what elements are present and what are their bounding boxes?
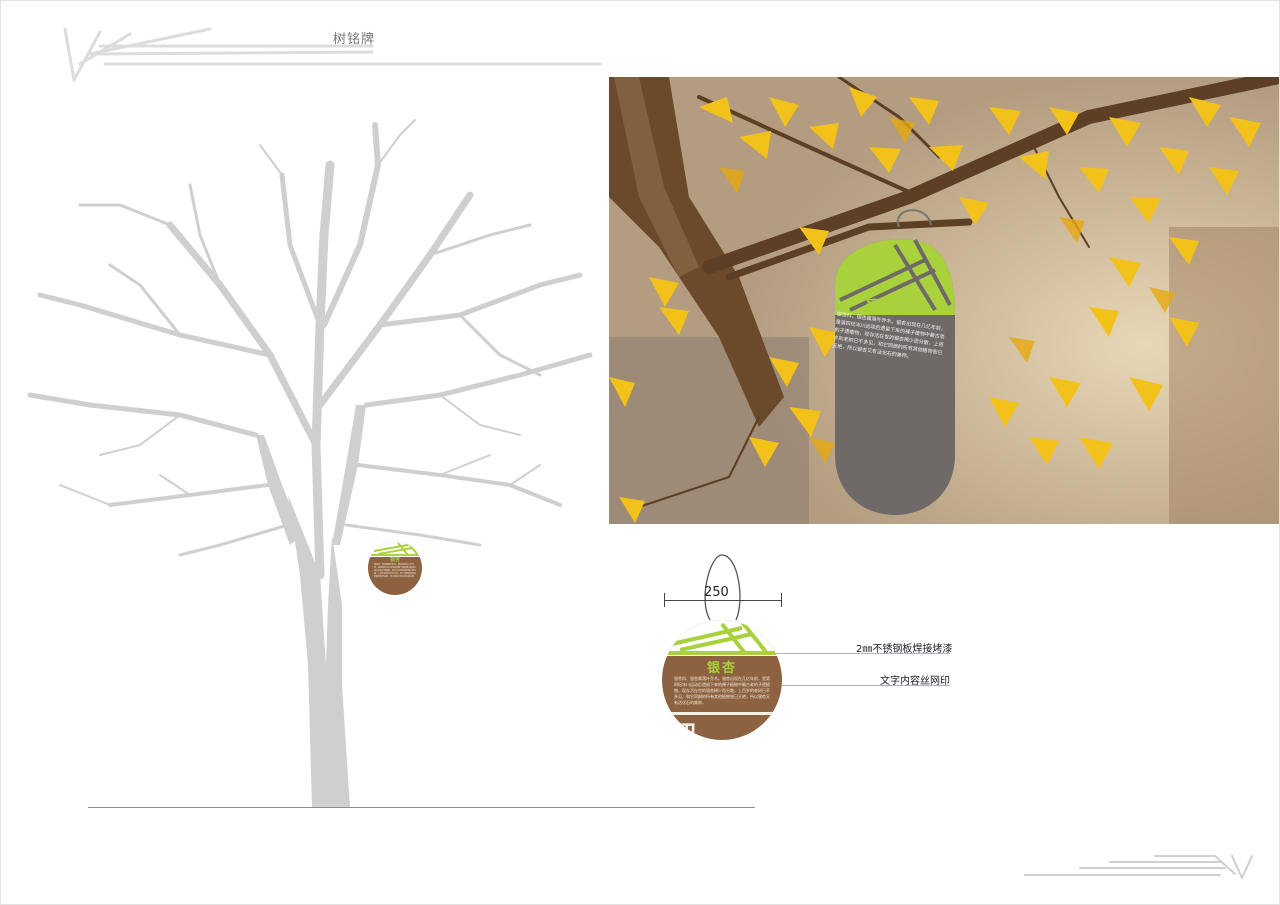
footer-branch-decoration: [1024, 855, 1253, 879]
ginkgo-photo: [609, 77, 1279, 524]
sign-description: 银杏科、银杏属落叶乔木。银杏出现在几亿年前，是第四纪冰川运动后遗留下来的裸子植物…: [374, 564, 417, 578]
tree-sign-small: 银杏 银杏科、银杏属落叶乔木。银杏出现在几亿年前，是第四纪冰川运动后遗留下来的裸…: [368, 541, 422, 595]
sign-name: 银杏: [389, 557, 400, 563]
sign-motif-character: 初: [672, 720, 696, 740]
callout-material-label: 2㎜不锈钢板焊接烤漆: [856, 644, 953, 655]
tree-sign-drawing: 银杏 银杏科、银杏属落叶乔木。银杏出现在几亿年前，是第四纪冰川运动后遗留下来的裸…: [662, 620, 782, 740]
sign-name: 银杏: [706, 661, 737, 676]
dimension-line: [664, 600, 781, 601]
dimension-tick-right: [781, 593, 782, 607]
callout-printing-label: 文字内容丝网印: [880, 676, 950, 687]
ground-line: [88, 807, 755, 808]
tree-silhouette: [27, 119, 593, 807]
sign-leaf-pattern: [662, 620, 782, 656]
sign-leaf-pattern: [368, 541, 422, 557]
dimension-width-label: 250: [704, 585, 729, 600]
page-title: 树铭牌: [333, 32, 376, 47]
photo-sign-name: 银杏: [864, 297, 893, 316]
sign-description: 银杏科、银杏属落叶乔木。银杏出现在几亿年前，是第四纪冰川运动后遗留下来的裸子植物…: [674, 676, 770, 705]
